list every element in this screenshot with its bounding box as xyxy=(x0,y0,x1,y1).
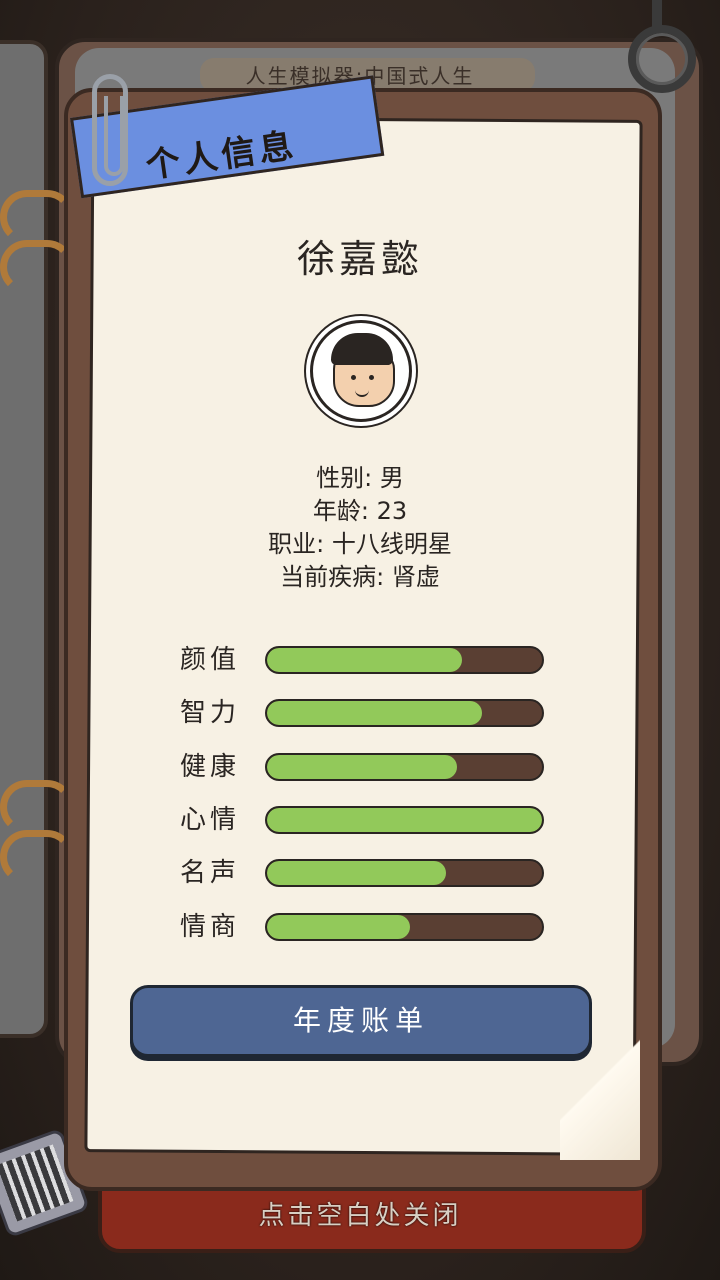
disease-text: 当前疾病: 肾虚 xyxy=(280,563,440,591)
stat-bar-fill xyxy=(267,648,463,672)
stat-bar-fill xyxy=(267,808,542,832)
job-text: 职业: 十八线明星 xyxy=(268,530,452,558)
stat-label: 心情 xyxy=(180,805,241,835)
stat-bar xyxy=(265,913,544,941)
hanger-ring-icon xyxy=(628,25,696,93)
year-bill-button[interactable]: 年度账单 xyxy=(130,985,592,1057)
stat-bar-fill xyxy=(267,861,446,885)
avatar-eye xyxy=(369,375,374,380)
close-hint[interactable]: 点击空白处关闭 xyxy=(0,1195,720,1232)
avatar xyxy=(310,320,412,422)
avatar-eye xyxy=(351,375,356,380)
gender-text: 性别: 男 xyxy=(316,464,404,492)
character-name: 徐嘉懿 xyxy=(296,237,423,281)
stat-row-eq: 情商 xyxy=(180,912,550,942)
character-info: 性别: 男 年龄: 23 职业: 十八线明星 当前疾病: 肾虚 xyxy=(240,462,480,594)
stat-label: 情商 xyxy=(180,912,241,942)
stat-row-fame: 名声 xyxy=(180,858,550,888)
stat-label: 智力 xyxy=(180,698,241,728)
stat-bar-fill xyxy=(267,915,410,939)
stat-bar xyxy=(265,753,544,781)
age-text: 年龄: 23 xyxy=(312,497,408,525)
year-bill-label: 年度账单 xyxy=(292,1004,429,1037)
avatar-hair xyxy=(331,333,393,365)
binder-ring-icon xyxy=(0,830,74,884)
stat-bar-fill xyxy=(267,755,457,779)
binder-ring-icon xyxy=(0,780,74,834)
stat-row-health: 健康 xyxy=(180,752,550,782)
stat-bar xyxy=(265,806,544,834)
stat-bar xyxy=(265,859,544,887)
stat-label: 名声 xyxy=(180,858,241,888)
stat-row-intelligence: 智力 xyxy=(180,698,550,728)
stat-label: 颜值 xyxy=(180,645,241,675)
stat-row-mood: 心情 xyxy=(180,805,550,835)
stat-bar xyxy=(265,699,544,727)
stat-label: 健康 xyxy=(180,752,241,782)
stat-row-appearance: 颜值 xyxy=(180,645,550,675)
stat-bar xyxy=(265,646,544,674)
paperclip-inner-icon xyxy=(104,96,124,176)
stat-bar-fill xyxy=(267,701,482,725)
